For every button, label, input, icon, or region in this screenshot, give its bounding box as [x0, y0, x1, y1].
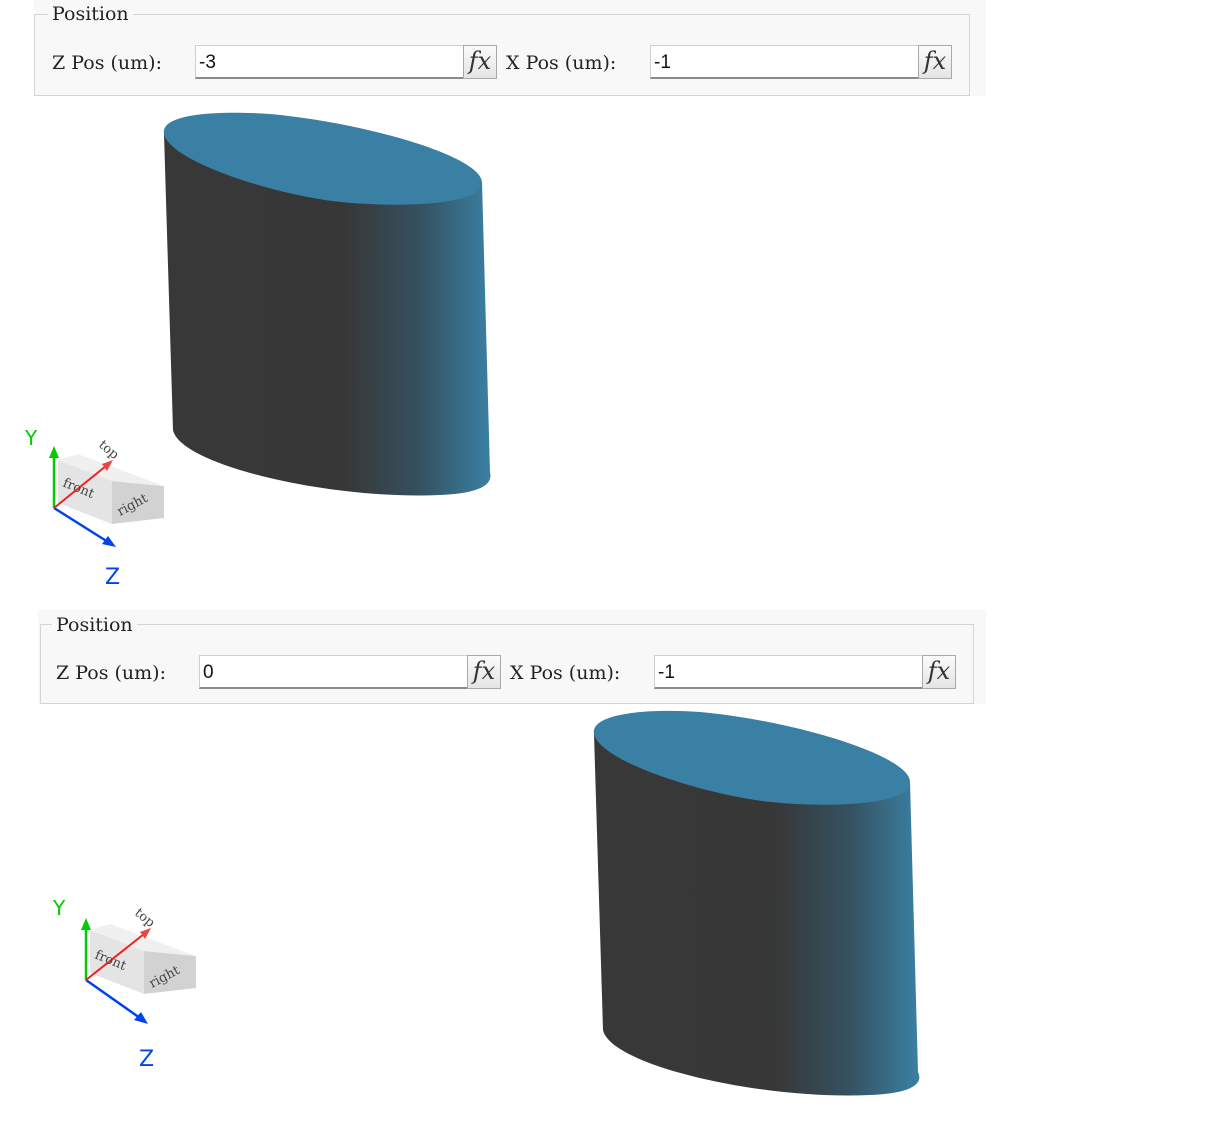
z-pos-input[interactable]: -3 fx: [195, 45, 497, 79]
x-pos-label: X Pos (um):: [510, 662, 621, 684]
triad-z-label: Z: [139, 1047, 154, 1072]
triad-top-label: top: [95, 438, 121, 463]
x-pos-fx-button[interactable]: fx: [918, 45, 952, 79]
position-legend: Position: [48, 3, 133, 25]
y-axis-arrow-icon: [49, 446, 59, 458]
x-pos-input[interactable]: -1 fx: [654, 655, 956, 689]
x-pos-label: X Pos (um):: [506, 52, 617, 74]
triad-top-label: top: [131, 906, 157, 931]
y-axis-arrow-icon: [81, 918, 91, 930]
position-panel-2: Position Z Pos (um): 0 fx X Pos (um): -1…: [38, 610, 986, 704]
cylinder-view-1[interactable]: [150, 100, 510, 510]
orientation-triad-1[interactable]: Y Z top front right: [18, 426, 178, 591]
z-axis-arrow-icon: [102, 536, 116, 547]
x-pos-value: -1: [654, 52, 671, 73]
position-legend: Position: [52, 614, 137, 636]
z-pos-value: 0: [203, 662, 214, 683]
z-pos-input[interactable]: 0 fx: [199, 655, 501, 689]
z-pos-fx-button[interactable]: fx: [463, 45, 497, 79]
x-pos-fx-button[interactable]: fx: [922, 655, 956, 689]
z-pos-fx-button[interactable]: fx: [467, 655, 501, 689]
triad-y-label: Y: [24, 426, 38, 450]
position-panel-1: Position Z Pos (um): -3 fx X Pos (um): -…: [34, 0, 986, 96]
z-pos-value: -3: [199, 52, 216, 73]
x-pos-input[interactable]: -1 fx: [650, 45, 952, 79]
z-pos-label: Z Pos (um):: [52, 52, 162, 74]
z-pos-label: Z Pos (um):: [56, 662, 166, 684]
triad-y-label: Y: [52, 896, 66, 920]
orientation-triad-2[interactable]: Y Z top front right: [50, 896, 210, 1072]
x-pos-value: -1: [658, 662, 675, 683]
triad-z-label: Z: [105, 565, 120, 590]
cylinder-view-2[interactable]: [580, 700, 940, 1110]
